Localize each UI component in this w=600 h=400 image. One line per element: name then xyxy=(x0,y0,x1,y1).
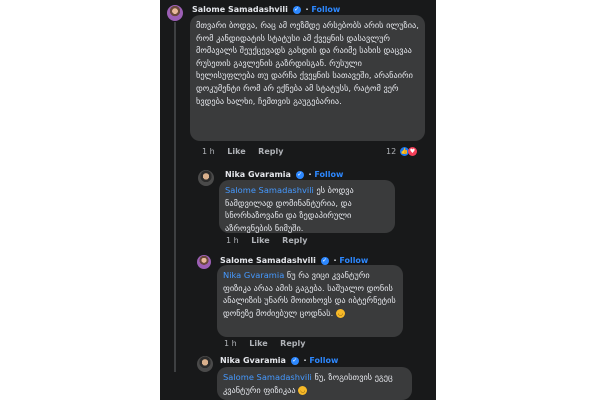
reply-button[interactable]: Reply xyxy=(280,339,305,348)
avatar[interactable] xyxy=(167,5,183,21)
author-name[interactable]: Nika Gvaramia xyxy=(220,356,286,365)
comment-author-header: Salome Samadashvili ✓ · Follow xyxy=(192,5,341,14)
follow-button[interactable]: Follow xyxy=(339,256,368,265)
comment-actions: 1 h Like Reply xyxy=(224,339,315,348)
verified-badge-icon: ✓ xyxy=(295,170,304,179)
author-name[interactable]: Salome Samadashvili xyxy=(220,256,316,265)
comments-panel: Salome Samadashvili ✓ · Follow მთვარი ბო… xyxy=(160,0,436,400)
comment-bubble: Salome Samadashvili ეს ბოდვა ნამდვილად დ… xyxy=(219,180,395,233)
follow-button[interactable]: Follow xyxy=(309,356,338,365)
verified-badge-icon: ✓ xyxy=(292,5,301,14)
mention-link[interactable]: Nika Gvaramia xyxy=(223,270,284,280)
comment-actions: 1 h Like Reply xyxy=(202,147,293,156)
author-name[interactable]: Nika Gvaramia xyxy=(225,170,291,179)
thread-line xyxy=(174,22,176,372)
laughing-emoji-icon: ◡ xyxy=(335,308,345,318)
verified-badge-icon: ✓ xyxy=(290,356,299,365)
comment-author-header: Nika Gvaramia ✓ · Follow xyxy=(220,356,339,365)
comment-time[interactable]: 1 h xyxy=(202,147,215,156)
comment-author-header: Salome Samadashvili ✓ · Follow xyxy=(220,256,369,265)
avatar[interactable] xyxy=(198,170,214,186)
reaction-count[interactable]: 12 xyxy=(386,147,396,156)
like-button[interactable]: Like xyxy=(249,339,267,348)
comment-bubble: Nika Gvaramia ნუ რა ვიცი კვანტური ფიზიკა… xyxy=(217,265,403,337)
comment-time[interactable]: 1 h xyxy=(224,339,237,348)
comment-author-header: Nika Gvaramia ✓ · Follow xyxy=(225,170,344,179)
comment-bubble: Salome Samadashvili ნუ, ზოგისთვის ეგეც კ… xyxy=(217,367,412,400)
like-button[interactable]: Like xyxy=(227,147,245,156)
reply-button[interactable]: Reply xyxy=(282,236,307,245)
follow-button[interactable]: Follow xyxy=(311,5,340,14)
love-reaction-icon: ♥ xyxy=(408,147,417,156)
comment-bubble: მთვარი ბოდვა, რაც ამ ოეზმდე არსებობს არი… xyxy=(190,15,425,141)
comment-text: მთვარი ბოდვა, რაც ამ ოეზმდე არსებობს არი… xyxy=(196,20,419,106)
avatar[interactable] xyxy=(197,255,211,269)
avatar[interactable] xyxy=(197,356,213,372)
mention-link[interactable]: Salome Samadashvili xyxy=(225,185,314,195)
like-button[interactable]: Like xyxy=(251,236,269,245)
laughing-emoji-icon: ◡ xyxy=(298,385,308,395)
verified-badge-icon: ✓ xyxy=(320,256,329,265)
reply-button[interactable]: Reply xyxy=(258,147,283,156)
author-name[interactable]: Salome Samadashvili xyxy=(192,5,288,14)
follow-button[interactable]: Follow xyxy=(314,170,343,179)
mention-link[interactable]: Salome Samadashvili xyxy=(223,372,312,382)
comment-time[interactable]: 1 h xyxy=(226,236,239,245)
comment-actions: 1 h Like Reply xyxy=(226,236,317,245)
